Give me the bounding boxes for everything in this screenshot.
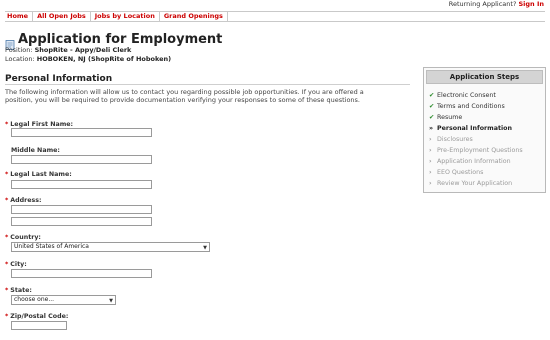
- step-item: › Pre-Employment Questions: [429, 147, 523, 154]
- chevron-right-icon: »: [429, 125, 434, 132]
- checkmark-icon: ✔: [429, 92, 435, 99]
- step-label: Application Information: [437, 158, 511, 165]
- country-label: * Country:: [5, 234, 41, 241]
- required-marker: *: [5, 171, 9, 178]
- position-label: Position:: [5, 46, 33, 54]
- first-name-label: * Legal First Name:: [5, 121, 74, 128]
- step-item: › EEO Questions: [429, 169, 483, 176]
- step-label: Disclosures: [437, 136, 473, 143]
- last-name-input[interactable]: [11, 180, 152, 189]
- application-steps-panel: Application Steps ✔ Electronic Consent ✔ Te…: [423, 67, 546, 193]
- step-item: › Disclosures: [429, 136, 473, 143]
- chevron-down-icon: ▼: [203, 245, 207, 251]
- nav-home[interactable]: Home: [5, 12, 34, 21]
- zip-input[interactable]: [11, 321, 67, 330]
- step-item: ✔ Electronic Consent: [429, 92, 496, 99]
- step-label: Terms and Conditions: [437, 103, 505, 110]
- required-marker: *: [5, 313, 9, 320]
- nav-grand-openings[interactable]: Grand Openings: [160, 12, 228, 21]
- country-value: United States of America: [14, 243, 89, 250]
- required-marker: *: [5, 261, 9, 268]
- step-label: Personal Information: [437, 125, 512, 132]
- main-nav: Home All Open Jobs Jobs by Location Gran…: [5, 11, 545, 22]
- required-marker: *: [5, 287, 9, 294]
- position-value: ShopRite - Appy/Deli Clerk: [34, 46, 132, 54]
- location-line: Location: HOBOKEN, NJ (ShopRite of Hobok…: [5, 55, 171, 63]
- checkmark-icon: ✔: [429, 103, 435, 110]
- step-label: Pre-Employment Questions: [437, 147, 523, 154]
- required-marker: *: [5, 121, 9, 128]
- step-item: ✔ Resume: [429, 114, 462, 121]
- state-select[interactable]: choose one... ▼: [11, 295, 116, 305]
- chevron-right-icon: ›: [429, 136, 432, 143]
- top-bar: Returning Applicant? Sign In: [0, 0, 550, 9]
- middle-name-input[interactable]: [11, 155, 152, 164]
- last-name-label: * Legal Last Name:: [5, 171, 72, 178]
- first-name-input[interactable]: [11, 128, 152, 137]
- position-line: Position: ShopRite - Appy/Deli Clerk: [5, 46, 131, 54]
- step-item: › Application Information: [429, 158, 511, 165]
- middle-name-label: Middle Name:: [11, 147, 60, 154]
- title-row: Application for Employment: [5, 32, 223, 50]
- step-label: Review Your Application: [437, 180, 513, 187]
- chevron-down-icon: ▼: [109, 298, 113, 304]
- state-value: choose one...: [14, 296, 55, 303]
- location-value: HOBOKEN, NJ (ShopRite of Hoboken): [36, 55, 172, 63]
- step-label: Electronic Consent: [437, 92, 496, 99]
- returning-applicant: Returning Applicant? Sign In: [449, 0, 544, 8]
- address-line1-input[interactable]: [11, 205, 152, 214]
- sign-in-link[interactable]: Sign In: [519, 0, 545, 8]
- city-input[interactable]: [11, 269, 152, 278]
- nav-all-open-jobs[interactable]: All Open Jobs: [33, 12, 91, 21]
- city-label: * City:: [5, 261, 27, 268]
- chevron-right-icon: ›: [429, 180, 432, 187]
- location-label: Location:: [5, 55, 35, 63]
- page-title: Application for Employment: [18, 32, 223, 47]
- step-label: Resume: [437, 114, 463, 121]
- chevron-right-icon: ›: [429, 147, 432, 154]
- zip-label: * Zip/Postal Code:: [5, 313, 69, 320]
- intro-text: The following information will allow us …: [5, 88, 364, 105]
- required-marker: *: [5, 234, 9, 241]
- step-item: » Personal Information: [429, 125, 512, 132]
- state-label: * State:: [5, 287, 32, 294]
- step-item: › Review Your Application: [429, 180, 512, 187]
- checkmark-icon: ✔: [429, 114, 435, 121]
- step-item: ✔ Terms and Conditions: [429, 103, 505, 110]
- section-divider: [5, 84, 410, 85]
- address-label: * Address:: [5, 197, 42, 204]
- required-marker: *: [5, 197, 9, 204]
- steps-title: Application Steps: [426, 70, 543, 84]
- chevron-right-icon: ›: [429, 158, 432, 165]
- chevron-right-icon: ›: [429, 169, 432, 176]
- returning-text: Returning Applicant?: [448, 0, 517, 8]
- country-select[interactable]: United States of America ▼: [11, 242, 210, 252]
- address-line2-input[interactable]: [11, 217, 152, 226]
- section-heading: Personal Information: [5, 74, 113, 84]
- nav-jobs-by-location[interactable]: Jobs by Location: [91, 12, 160, 21]
- document-icon: [5, 35, 15, 50]
- step-label: EEO Questions: [437, 169, 484, 176]
